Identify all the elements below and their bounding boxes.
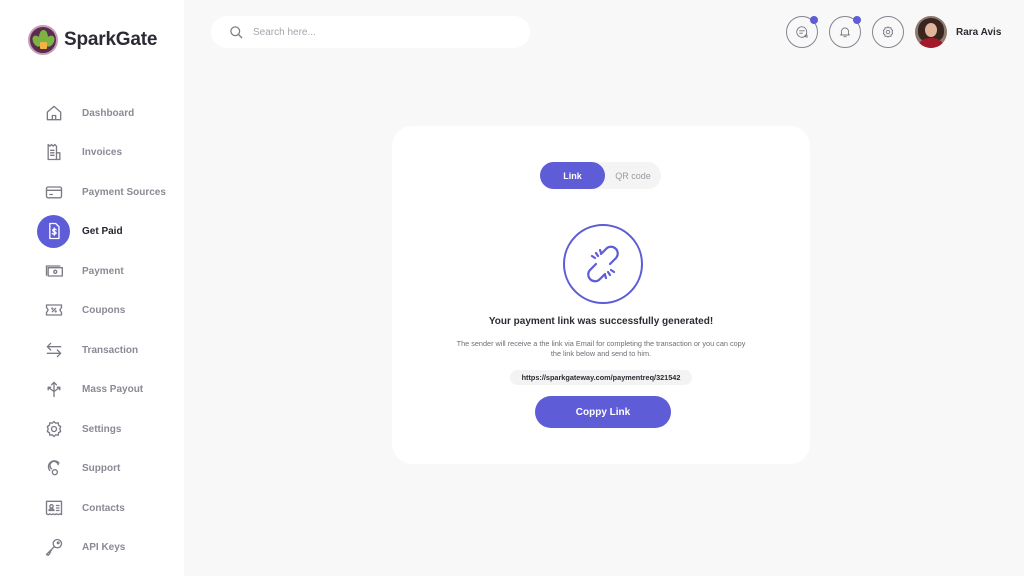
cash-icon bbox=[37, 255, 70, 288]
search-bar bbox=[211, 16, 530, 48]
key-icon bbox=[37, 531, 70, 564]
home-icon bbox=[37, 97, 70, 130]
sidebar-item-label: Coupons bbox=[82, 304, 126, 316]
app-name: SparkGate bbox=[64, 29, 158, 50]
notification-badge bbox=[810, 16, 818, 24]
tab-link[interactable]: Link bbox=[540, 162, 605, 189]
sidebar-item-get-paid[interactable]: Get Paid bbox=[37, 214, 182, 248]
sidebar-item-label: Transaction bbox=[82, 344, 139, 356]
sidebar-item-label: Payment bbox=[82, 265, 124, 277]
sidebar-item-label: Support bbox=[82, 462, 121, 474]
payment-link-url[interactable]: https://sparkgateway.com/paymentreq/3215… bbox=[510, 370, 692, 385]
sidebar-item-invoices[interactable]: Invoices bbox=[37, 135, 182, 169]
dollar-document-icon bbox=[37, 214, 70, 248]
coupon-icon bbox=[37, 294, 70, 327]
contact-card-icon bbox=[37, 492, 70, 525]
notification-badge bbox=[853, 16, 861, 24]
success-description: The sender will receive a the link via E… bbox=[456, 339, 746, 358]
notifications-button[interactable] bbox=[829, 16, 861, 48]
sidebar-item-label: Invoices bbox=[82, 146, 123, 158]
sidebar-item-transaction[interactable]: Transaction bbox=[37, 333, 182, 367]
search-input[interactable] bbox=[253, 26, 493, 38]
sidebar-item-label: Get Paid bbox=[82, 225, 123, 237]
user-name[interactable]: Rara Avis bbox=[956, 27, 1001, 38]
messages-button[interactable] bbox=[786, 16, 818, 48]
link-type-toggle: Link QR code bbox=[540, 162, 661, 189]
broken-link-icon bbox=[563, 224, 643, 304]
support-icon bbox=[37, 452, 70, 485]
success-title: Your payment link was successfully gener… bbox=[488, 316, 714, 327]
logo-icon bbox=[28, 25, 58, 55]
messages-icon bbox=[796, 26, 808, 38]
sidebar-item-label: Mass Payout bbox=[82, 383, 144, 395]
logo[interactable]: SparkGate bbox=[28, 25, 157, 55]
sidebar-item-contacts[interactable]: Contacts bbox=[37, 491, 182, 525]
search-icon bbox=[230, 25, 243, 39]
gear-icon bbox=[882, 26, 894, 38]
sidebar-item-label: Payment Sources bbox=[82, 186, 166, 198]
card-icon bbox=[37, 176, 70, 209]
sidebar-item-dashboard[interactable]: Dashboard bbox=[37, 96, 182, 130]
sidebar-item-label: API Keys bbox=[82, 541, 126, 553]
invoice-icon bbox=[37, 136, 70, 169]
settings-button[interactable] bbox=[872, 16, 904, 48]
payment-link-card: Link QR code Your payment link was succe… bbox=[392, 126, 810, 464]
copy-link-button[interactable]: Coppy Link bbox=[535, 396, 671, 428]
bell-icon bbox=[839, 27, 851, 38]
sidebar-item-support[interactable]: Support bbox=[37, 451, 182, 485]
sidebar-item-payment[interactable]: Payment bbox=[37, 254, 182, 288]
sidebar-item-coupons[interactable]: Coupons bbox=[37, 293, 182, 327]
split-arrows-icon bbox=[37, 373, 70, 406]
transfer-arrows-icon bbox=[37, 334, 70, 367]
sidebar-item-settings[interactable]: Settings bbox=[37, 412, 182, 446]
sidebar-item-mass-payout[interactable]: Mass Payout bbox=[37, 372, 182, 406]
header-actions: Rara Avis bbox=[786, 16, 1001, 48]
tab-qr-code[interactable]: QR code bbox=[605, 162, 661, 189]
sidebar-item-api-keys[interactable]: API Keys bbox=[37, 530, 182, 564]
avatar[interactable] bbox=[915, 16, 947, 48]
sidebar-item-label: Dashboard bbox=[82, 107, 135, 119]
sidebar: SparkGate Dashboard Invoices Payment Sou… bbox=[0, 0, 184, 576]
sidebar-item-label: Contacts bbox=[82, 502, 125, 514]
gear-icon bbox=[37, 413, 70, 446]
sidebar-item-payment-sources[interactable]: Payment Sources bbox=[37, 175, 182, 209]
sidebar-item-label: Settings bbox=[82, 423, 122, 435]
